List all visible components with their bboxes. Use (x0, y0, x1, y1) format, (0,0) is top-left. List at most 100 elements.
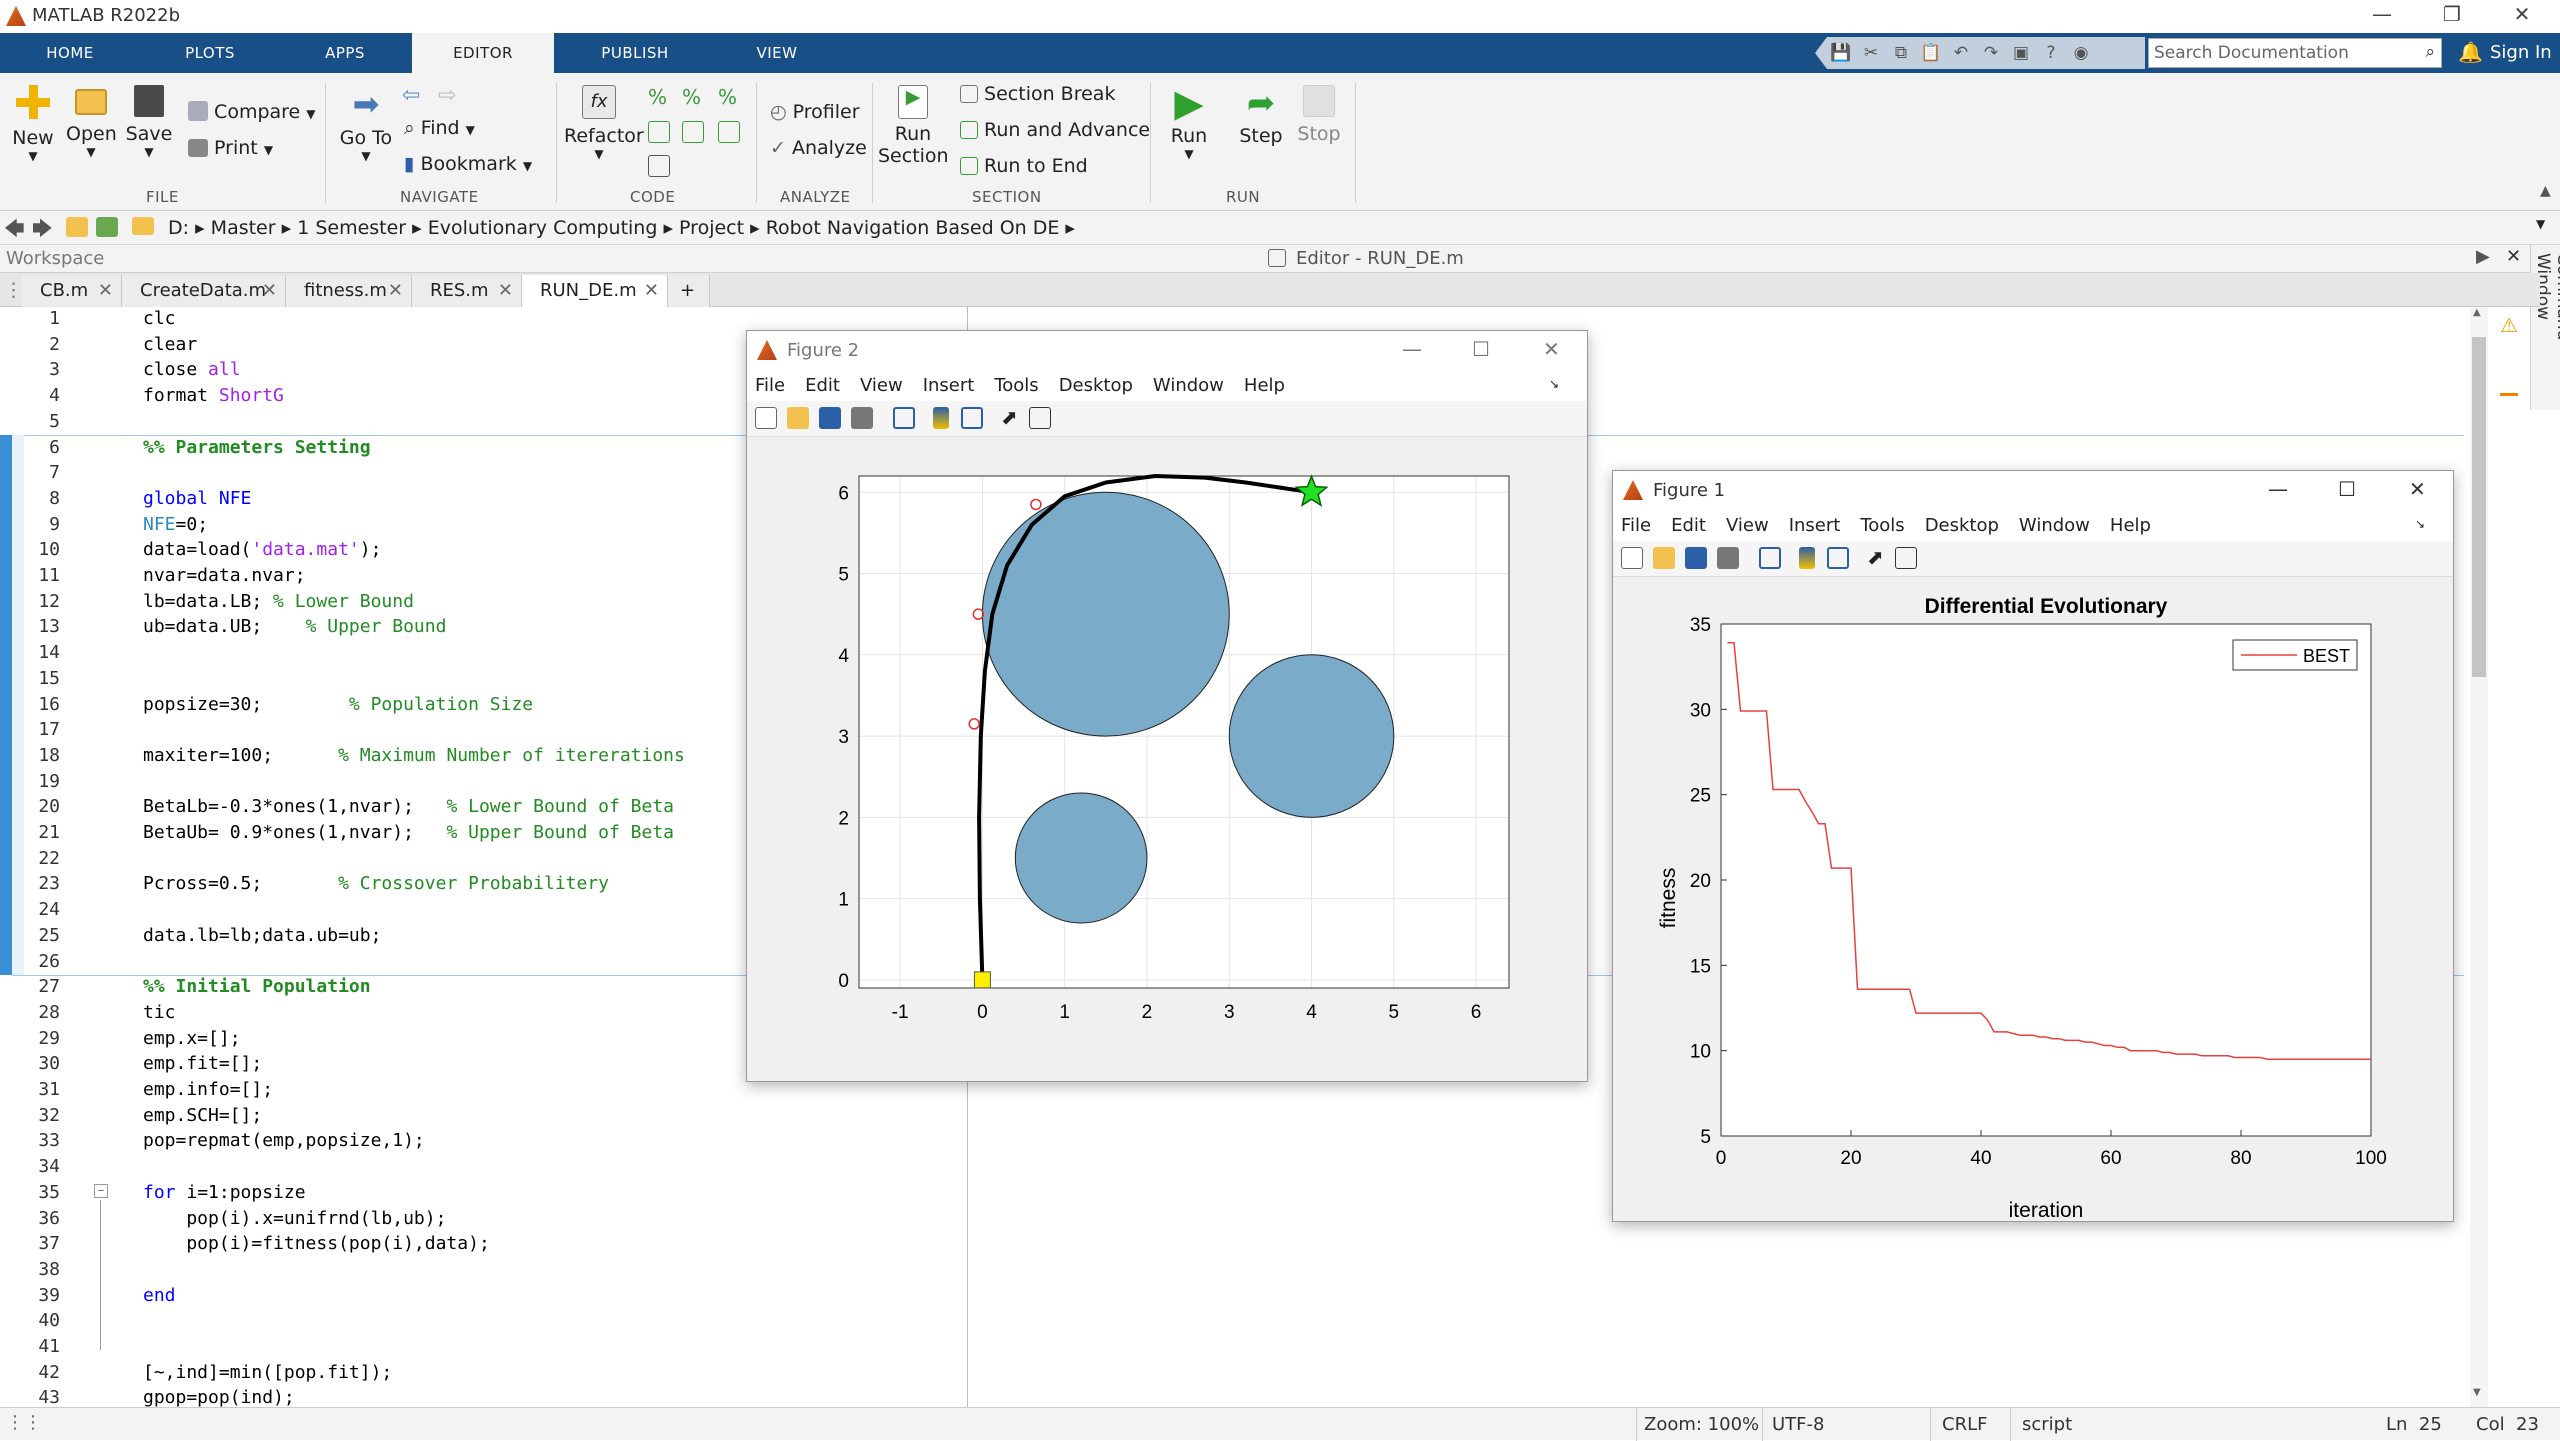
run-section-button[interactable]: ▶ Run Section (878, 85, 949, 167)
breadcrumb-master[interactable]: Master (211, 217, 276, 239)
menu-window[interactable]: Window (2019, 515, 2090, 536)
menu-edit[interactable]: Edit (1671, 515, 1706, 536)
code-line[interactable]: ub=data.UB; % Upper Bound (143, 616, 446, 637)
code-line[interactable]: BetaLb=-0.3*ones(1,nvar); % Lower Bound … (143, 796, 674, 817)
tab-cb-m[interactable]: CB.m ✕ (22, 275, 122, 307)
close-icon[interactable]: ✕ (1543, 337, 1560, 361)
help-icon[interactable]: ? (2039, 41, 2063, 65)
search-documentation-input[interactable]: Search Documentation ⌕ (2148, 38, 2442, 68)
code-line[interactable]: popsize=30; % Population Size (143, 694, 533, 715)
breadcrumb-project[interactable]: Project (679, 217, 744, 239)
pointer-icon[interactable]: ⬈ (1001, 405, 1018, 429)
close-tab-icon[interactable]: ✕ (498, 275, 513, 307)
warning-marker[interactable] (2500, 393, 2518, 396)
encoding-status[interactable]: UTF-8 (1772, 1414, 1824, 1435)
dock-icon[interactable]: ↘ (2415, 517, 2425, 531)
new-figure-icon[interactable] (1621, 547, 1643, 569)
paste-icon[interactable]: 📋 (1919, 41, 1943, 65)
close-icon[interactable]: ✕ (2502, 2, 2542, 26)
menu-help[interactable]: Help (1244, 375, 1285, 396)
legend-icon[interactable] (961, 407, 983, 429)
link-plot-icon[interactable] (1759, 547, 1781, 569)
find-button[interactable]: ⌕ Find ▼ (404, 117, 475, 139)
code-line[interactable]: maxiter=100; % Maximum Number of iterera… (143, 745, 685, 766)
save-figure-icon[interactable] (1685, 547, 1707, 569)
run-button[interactable]: ▶ Run ▼ (1162, 83, 1216, 161)
code-line[interactable]: BetaUb= 0.9*ones(1,nvar); % Upper Bound … (143, 822, 674, 843)
tab-fitness-m[interactable]: fitness.m ✕ (286, 275, 412, 307)
menu-desktop[interactable]: Desktop (1925, 515, 1999, 536)
link-plot-icon[interactable] (893, 407, 915, 429)
minimize-icon[interactable]: — (2362, 2, 2402, 26)
code-line[interactable]: [~,ind]=min([pop.fit]); (143, 1362, 392, 1383)
decrease-indent-icon[interactable] (718, 121, 740, 143)
back-icon[interactable]: 🡄 (4, 214, 25, 248)
code-line[interactable]: for i=1:popsize (143, 1182, 306, 1203)
close-tab-icon[interactable]: ✕ (644, 275, 659, 307)
fitness-plot[interactable]: Differential Evolutionary iteration fitn… (1613, 578, 2453, 1222)
wrap-comments-icon[interactable]: % (718, 85, 737, 109)
print-button[interactable]: Print ▼ (188, 137, 273, 159)
breadcrumb-robot-navigation[interactable]: Robot Navigation Based On DE (766, 217, 1060, 239)
code-line[interactable]: end (143, 1285, 176, 1306)
tab-publish[interactable]: PUBLISH (556, 33, 714, 73)
menu-insert[interactable]: Insert (1789, 515, 1841, 536)
menu-window[interactable]: Window (1153, 375, 1224, 396)
menu-help[interactable]: Help (2110, 515, 2151, 536)
warning-icon[interactable]: ⚠ (2500, 313, 2518, 337)
code-line[interactable]: emp.SCH=[]; (143, 1105, 262, 1126)
minimize-icon[interactable]: — (1402, 337, 1422, 361)
smart-indent-icon[interactable] (648, 121, 670, 143)
tab-apps[interactable]: APPS (280, 33, 410, 73)
panel-close-icon[interactable]: ✕ (2506, 246, 2521, 267)
print-figure-icon[interactable] (851, 407, 873, 429)
minimize-icon[interactable]: — (2268, 477, 2288, 501)
tab-view[interactable]: VIEW (714, 33, 840, 73)
open-button[interactable]: Open ▼ (66, 85, 117, 159)
profiler-button[interactable]: ◴ Profiler (770, 101, 860, 123)
code-line[interactable]: Pcross=0.5; % Crossover Probabilitery (143, 873, 609, 894)
section-break-button[interactable]: Section Break (960, 83, 1115, 105)
code-line[interactable]: pop=repmat(emp,popsize,1); (143, 1130, 425, 1151)
run-and-advance-button[interactable]: Run and Advance (960, 119, 1150, 141)
zoom-status[interactable]: Zoom: 100% (1644, 1414, 1759, 1435)
browse-folder-icon[interactable] (96, 217, 118, 237)
code-line[interactable]: %% Initial Population (143, 976, 371, 997)
menu-file[interactable]: File (1621, 515, 1651, 536)
tab-plots[interactable]: PLOTS (140, 33, 280, 73)
back-arrow-icon[interactable]: ⇦ (402, 83, 420, 108)
goto-button[interactable]: ➡ Go To ▼ (336, 87, 396, 163)
code-line[interactable]: emp.x=[]; (143, 1028, 241, 1049)
increase-indent-icon[interactable] (682, 121, 704, 143)
tab-run-de-m[interactable]: RUN_DE.m ✕ (522, 275, 668, 307)
refactor-button[interactable]: fx Refactor ▼ (564, 85, 644, 161)
property-inspector-icon[interactable] (1029, 407, 1051, 429)
menu-view[interactable]: View (860, 375, 903, 396)
dock-icon[interactable]: ↘ (1549, 377, 1559, 391)
collapse-ribbon-icon[interactable]: ▲ (2540, 183, 2551, 199)
new-tab-button[interactable]: + (668, 275, 710, 307)
close-tab-icon[interactable]: ✕ (262, 275, 277, 307)
menu-insert[interactable]: Insert (923, 375, 975, 396)
maximize-icon[interactable]: ☐ (1472, 337, 1490, 361)
code-line[interactable]: data=load('data.mat'); (143, 539, 381, 560)
uncomment-icon[interactable]: % (682, 85, 701, 109)
code-line[interactable]: close all (143, 359, 241, 380)
menu-tools[interactable]: Tools (994, 375, 1038, 396)
code-line[interactable]: clear (143, 334, 197, 355)
workspace-label[interactable]: Workspace (6, 248, 104, 269)
menu-edit[interactable]: Edit (805, 375, 840, 396)
breadcrumb-drive[interactable]: D: (168, 217, 189, 239)
analyze-button[interactable]: ✓ Analyze (770, 137, 867, 159)
forward-arrow-icon[interactable]: ⇨ (438, 83, 456, 108)
code-analyzer-icon[interactable] (648, 155, 670, 177)
new-figure-icon[interactable] (755, 407, 777, 429)
close-icon[interactable]: ✕ (2409, 477, 2426, 501)
code-line[interactable]: global NFE (143, 488, 251, 509)
tab-editor[interactable]: EDITOR (412, 33, 554, 73)
copy-icon[interactable]: ⧉ (1889, 41, 1913, 65)
breadcrumb-evolutionary[interactable]: Evolutionary Computing (428, 217, 658, 239)
code-line[interactable]: NFE=0; (143, 514, 208, 535)
run-to-end-button[interactable]: Run to End (960, 155, 1088, 177)
new-button[interactable]: New ▼ (8, 85, 58, 163)
